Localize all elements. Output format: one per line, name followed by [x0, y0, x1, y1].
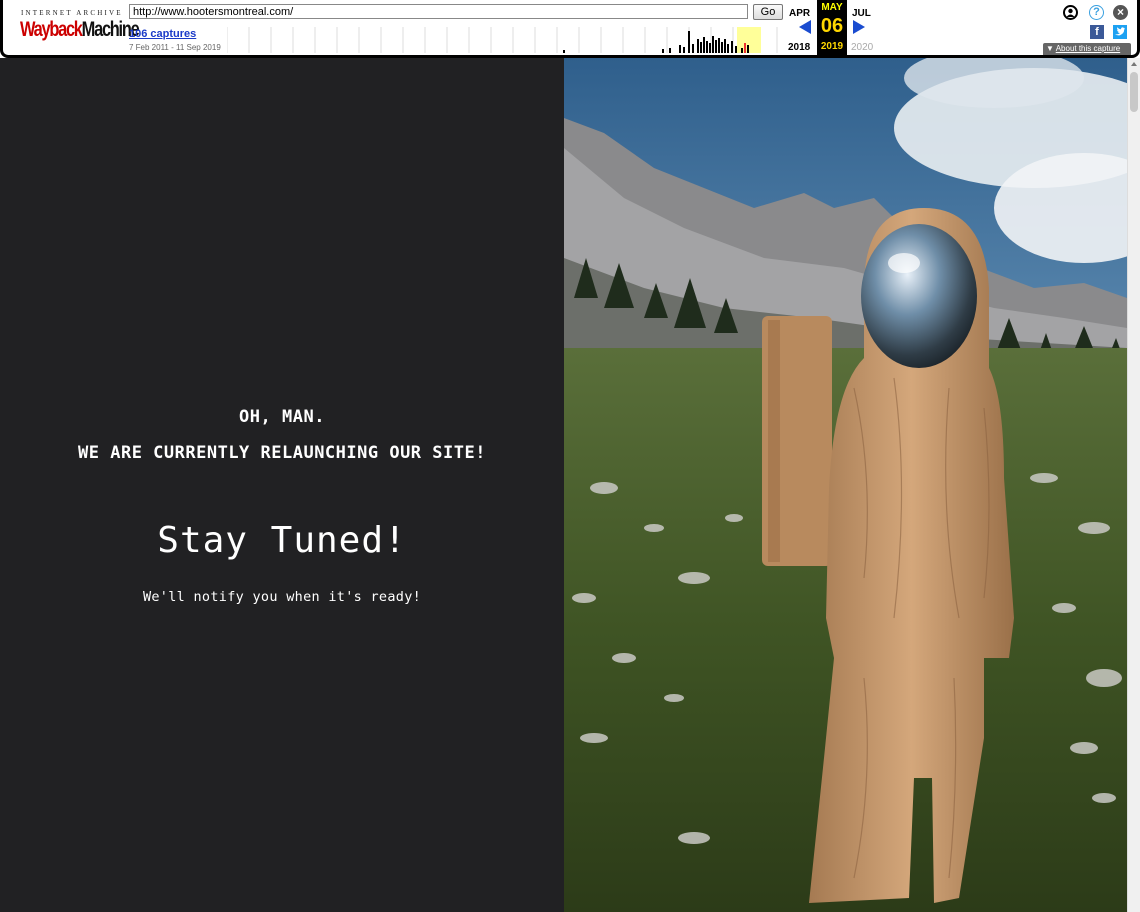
facebook-icon[interactable]: f	[1090, 25, 1104, 39]
captures-link[interactable]: 106 captures	[129, 28, 196, 40]
current-capture-date: MAY 06 2019	[817, 0, 847, 55]
user-icon[interactable]	[1063, 5, 1078, 20]
next-capture-arrow-icon[interactable]	[853, 20, 865, 34]
prev-year-label[interactable]: 2018	[788, 42, 810, 53]
notify-subtext: We'll notify you when it's ready!	[142, 589, 422, 605]
prev-month-label[interactable]: APR	[789, 8, 810, 19]
current-year-label: 2019	[820, 41, 844, 52]
oh-man-heading: OH, MAN.	[239, 407, 325, 427]
stay-tuned-headline: Stay Tuned!	[157, 520, 407, 561]
page-content: OH, MAN. WE ARE CURRENTLY RELAUNCHING OU…	[0, 58, 1140, 912]
close-icon[interactable]: ×	[1113, 5, 1128, 20]
twitter-bird-glyph	[1115, 27, 1125, 36]
vertical-scrollbar[interactable]	[1127, 58, 1140, 912]
about-capture-label: About this capture	[1055, 44, 1121, 53]
logo-internet-archive-text: INTERNET ARCHIVE	[21, 9, 123, 17]
prev-capture-arrow-icon[interactable]	[799, 20, 811, 34]
next-month-label[interactable]: JUL	[852, 8, 871, 19]
capture-sparkline[interactable]	[227, 27, 782, 53]
logo-wayback-word: Wayback	[20, 18, 83, 41]
twitter-icon[interactable]	[1113, 25, 1127, 39]
about-capture-button[interactable]: ▼ About this capture	[1043, 43, 1131, 55]
hero-image	[564, 58, 1127, 912]
relaunch-heading: WE ARE CURRENTLY RELAUNCHING OUR SITE!	[78, 443, 486, 463]
user-glyph	[1066, 8, 1075, 17]
url-input[interactable]: http://www.hootersmontreal.com/	[129, 4, 748, 19]
capture-date-range: 7 Feb 2011 - 11 Sep 2019	[129, 43, 221, 52]
go-button[interactable]: Go	[753, 4, 783, 20]
wooden-astronaut-photo	[564, 58, 1127, 912]
relaunch-panel: OH, MAN. WE ARE CURRENTLY RELAUNCHING OU…	[0, 58, 564, 912]
current-month-label: MAY	[817, 2, 847, 13]
logo-wayback-machine-text: WaybackMachine	[20, 18, 140, 42]
scrollbar-thumb[interactable]	[1130, 72, 1138, 112]
wayback-logo[interactable]: INTERNET ARCHIVE WaybackMachine	[15, 6, 140, 46]
wayback-toolbar: INTERNET ARCHIVE WaybackMachine http://w…	[0, 0, 1140, 58]
next-year-label: 2020	[851, 42, 874, 53]
help-icon[interactable]: ?	[1089, 5, 1104, 20]
scroll-up-arrow-icon[interactable]	[1131, 62, 1137, 66]
current-day-label: 06	[820, 15, 844, 37]
